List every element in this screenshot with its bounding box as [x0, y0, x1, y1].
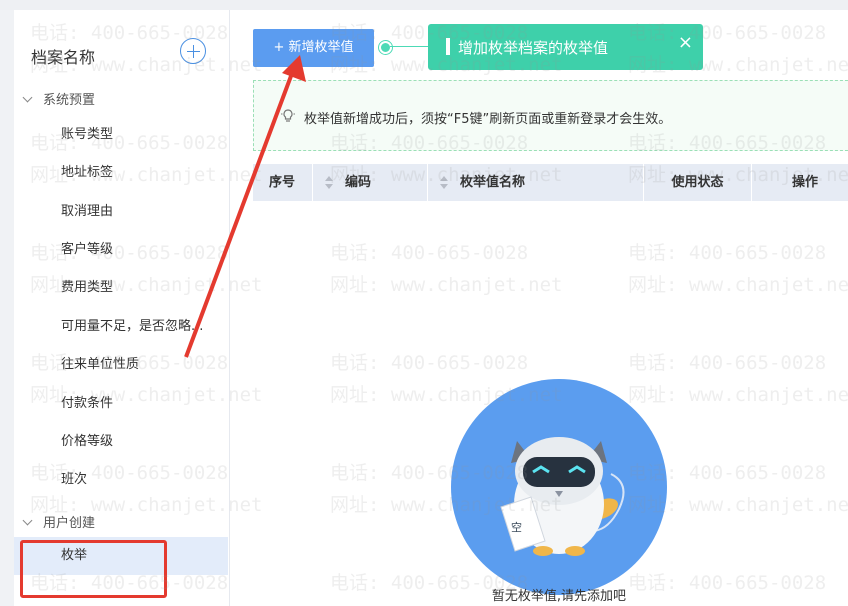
col-index: 序号 — [253, 164, 313, 201]
empty-state-text: 暂无枚举值,请先添加吧 — [491, 589, 627, 604]
lightbulb-icon — [281, 109, 295, 122]
chevron-down-icon — [22, 515, 33, 526]
sidebar-item-cancel-reason[interactable]: 取消理由 — [14, 193, 228, 231]
sidebar-item-customer-level[interactable]: 客户等级 — [14, 231, 228, 269]
sidebar-item-address-tag[interactable]: 地址标签 — [14, 154, 228, 192]
empty-illustration: 空 — [451, 379, 667, 595]
sidebar-item-price-level[interactable]: 价格等级 — [14, 423, 228, 461]
sidebar-item-payment-terms[interactable]: 付款条件 — [14, 385, 228, 423]
col-status: 使用状态 — [644, 164, 752, 201]
sidebar-item-expense-type[interactable]: 费用类型 — [14, 269, 228, 307]
svg-text:空: 空 — [511, 520, 522, 534]
col-enum-name[interactable]: 枚举值名称 — [428, 164, 644, 201]
add-archive-button[interactable] — [180, 38, 206, 64]
group-system-preset[interactable]: 系统预置 — [22, 89, 95, 108]
tooltip-text: 增加枚举档案的枚举值 — [458, 39, 609, 57]
notice-text: 枚举值新增成功后，须按“F5键”刷新页面或重新登录才会生效。 — [304, 112, 672, 127]
tooltip-connector — [390, 46, 428, 47]
col-actions: 操作 — [791, 175, 818, 190]
sidebar-title: 档案名称 — [31, 48, 96, 67]
sidebar-item-shift[interactable]: 班次 — [14, 461, 228, 499]
top-strip — [0, 0, 848, 10]
tooltip-anchor-dot — [379, 41, 392, 54]
table-header: 序号 编码 枚举值名称 使用状态 操作 — [253, 164, 848, 201]
add-enum-value-button[interactable]: + 新增枚举值 — [253, 29, 374, 67]
tooltip-bar — [446, 38, 450, 55]
col-code[interactable]: 编码 — [313, 164, 428, 201]
notice-banner: 枚举值新增成功后，须按“F5键”刷新页面或重新登录才会生效。 — [253, 80, 848, 151]
close-icon[interactable]: × — [678, 32, 693, 53]
sidebar-item-partner-nature[interactable]: 往来单位性质 — [14, 346, 228, 384]
sidebar-item-account-type[interactable]: 账号类型 — [14, 116, 228, 154]
guide-tooltip: 增加枚举档案的枚举值 × — [428, 24, 703, 70]
sidebar-item-insufficient-stock[interactable]: 可用量不足，是否忽略... — [14, 308, 228, 346]
sidebar: 档案名称 系统预置 账号类型 地址标签 取消理由 客户等级 费用类型 可用量不足… — [14, 10, 230, 606]
chevron-down-icon — [22, 92, 33, 103]
group-user-created[interactable]: 用户创建 — [22, 512, 95, 531]
owl-mascot-icon: 空 — [500, 437, 625, 556]
highlight-box — [20, 540, 167, 598]
